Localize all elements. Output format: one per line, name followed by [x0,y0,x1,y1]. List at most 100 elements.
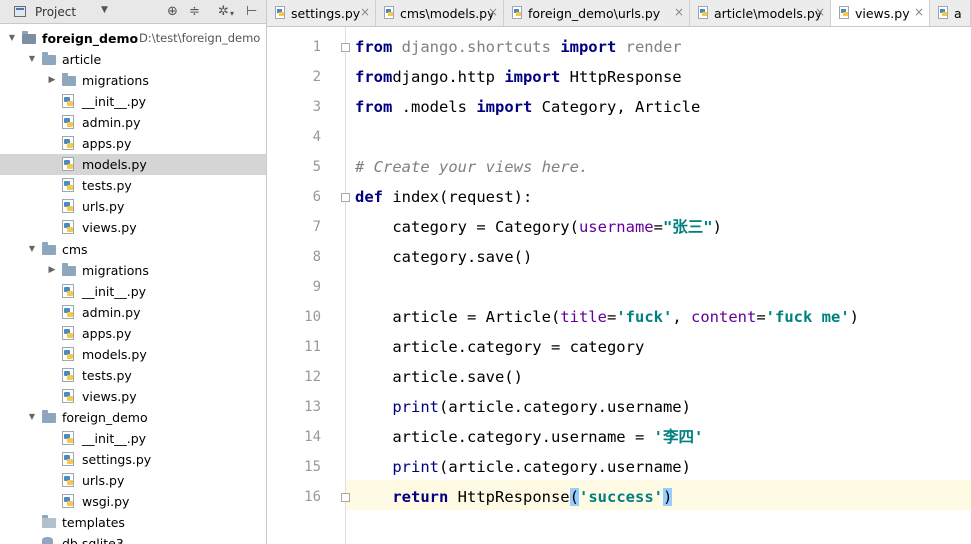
tree-item-label: __init__.py [82,94,147,110]
gear-dropdown-icon[interactable]: ▾ [230,6,234,22]
tree-item-label: settings.py [82,452,152,467]
python-file-icon [62,325,74,340]
close-icon[interactable]: × [815,5,825,19]
tab-label: article\models.py [714,6,823,21]
chevron-down-icon[interactable]: ▼ [6,31,18,45]
close-icon[interactable]: × [360,5,370,19]
code-token: article.category = category [355,338,645,356]
code-line[interactable]: print(article.category.username) [355,392,691,422]
code-line[interactable]: article = Article(title='fuck', content=… [355,302,859,332]
fold-marker-icon[interactable] [341,193,350,202]
editor-tab[interactable]: article\models.py × [690,0,831,26]
code-token: def [355,188,383,206]
code-line[interactable]: category = Category(username="张三") [355,212,722,242]
tree-item-label: migrations [82,262,149,278]
code-token: return [355,488,449,506]
code-token: = [606,308,617,326]
code-token: print [355,458,439,476]
close-icon[interactable]: × [914,5,924,19]
code-line[interactable]: from .models import Category, Article [355,92,700,122]
tree-item[interactable]: __init__.py [0,91,266,112]
code-token: print [355,398,439,416]
tree-item[interactable]: __init__.py [0,281,266,302]
code-line[interactable]: print(article.category.username) [355,452,691,482]
editor-tab[interactable]: settings.py × [267,0,376,26]
python-file-icon [62,94,74,109]
code-line[interactable]: article.category = category [355,332,644,362]
tree-item[interactable]: ▶ migrations [0,260,266,281]
tree-item[interactable]: ▼ foreign_demo D:\test\foreign_demo [0,28,266,49]
tree-item[interactable]: views.py [0,386,266,407]
code-line[interactable]: from django.shortcuts import render [355,32,682,62]
database-icon [42,537,53,544]
python-file-icon [62,388,74,403]
code-token: 'success' [579,488,663,506]
tree-item[interactable]: ▼ article [0,49,266,70]
line-number: 10 [304,309,321,325]
close-icon[interactable]: × [674,5,684,19]
gear-icon[interactable]: ✲ [218,4,229,20]
code-line[interactable]: return HttpResponse('success') [355,482,673,512]
code-line[interactable]: article.category.username = '李四' [355,422,703,452]
hide-icon[interactable]: ⊢ [246,4,257,20]
project-path: D:\test\foreign_demo [139,31,261,45]
tree-item[interactable]: templates [0,512,266,533]
editor-tab[interactable]: cms\models.py × [376,0,504,26]
tree-item[interactable]: settings.py [0,449,266,470]
code-line[interactable]: category.save() [355,242,532,272]
code-token: import [476,98,533,116]
project-panel-header: Project ▼ ⊕ ≑ ✲ ▾ ⊢ [0,0,266,24]
chevron-right-icon[interactable]: ▶ [46,73,58,87]
editor-tab[interactable]: foreign_demo\urls.py × [504,0,690,26]
tree-item[interactable]: urls.py [0,196,266,217]
chevron-down-icon[interactable]: ▼ [26,242,38,256]
fold-marker-icon[interactable] [341,493,350,502]
tree-item[interactable]: apps.py [0,323,266,344]
tree-item-label: admin.py [82,304,141,320]
tab-label: a [954,6,962,21]
tree-item[interactable]: urls.py [0,470,266,491]
target-icon[interactable]: ⊕ [167,4,178,20]
tree-item[interactable]: ▼ foreign_demo [0,407,266,428]
tree-item-label: urls.py [82,473,125,489]
chevron-down-icon[interactable]: ▼ [26,52,38,66]
line-number: 13 [304,399,321,415]
code-line[interactable]: def index(request): [355,182,532,212]
tree-item[interactable]: models.py [0,154,266,176]
tree-item[interactable]: admin.py [0,112,266,133]
tree-item-label: article [62,52,102,68]
code-line[interactable]: article.save() [355,362,523,392]
tree-item-label: views.py [82,220,137,236]
chevron-down-icon[interactable]: ▼ [101,5,108,15]
code-line[interactable]: fromdjango.http import HttpResponse [355,62,682,92]
chevron-right-icon[interactable]: ▶ [46,263,58,277]
code-token: 'fuck' [616,308,673,326]
tree-item[interactable]: ▶ migrations [0,70,266,91]
close-icon[interactable]: × [488,5,498,19]
tree-item-label: models.py [82,346,147,362]
tree-item-label: admin.py [82,115,141,131]
code-token: ) [663,488,673,506]
editor-tab[interactable]: a [930,0,971,26]
editor-tab[interactable]: views.py × [831,0,930,26]
code-editor[interactable]: 1 2 3 4 5 6 7 8 9 10 11 12 13 14 15 16 from django.shor… [267,27,971,544]
fold-marker-icon[interactable] [341,43,350,52]
tree-item[interactable]: models.py [0,344,266,365]
python-file-icon [62,283,74,298]
tree-item[interactable]: apps.py [0,133,266,154]
tree-item[interactable]: __init__.py [0,428,266,449]
tree-item[interactable]: wsgi.py [0,491,266,512]
code-token: article.category.username = [355,428,654,446]
folder-icon [42,409,56,423]
tree-item[interactable]: views.py [0,217,266,238]
code-line[interactable]: # Create your views here. [355,152,588,182]
tree-item[interactable]: admin.py [0,302,266,323]
tree-item[interactable]: ▼ cms [0,239,266,260]
tree-item[interactable]: tests.py [0,175,266,196]
tree-item-label: models.py [82,157,147,173]
collapse-icon[interactable]: ≑ [189,4,200,20]
tree-item[interactable]: tests.py [0,365,266,386]
project-panel-title[interactable]: Project [35,5,76,19]
tree-item[interactable]: db.sqlite3 [0,533,266,544]
chevron-down-icon[interactable]: ▼ [26,410,38,424]
